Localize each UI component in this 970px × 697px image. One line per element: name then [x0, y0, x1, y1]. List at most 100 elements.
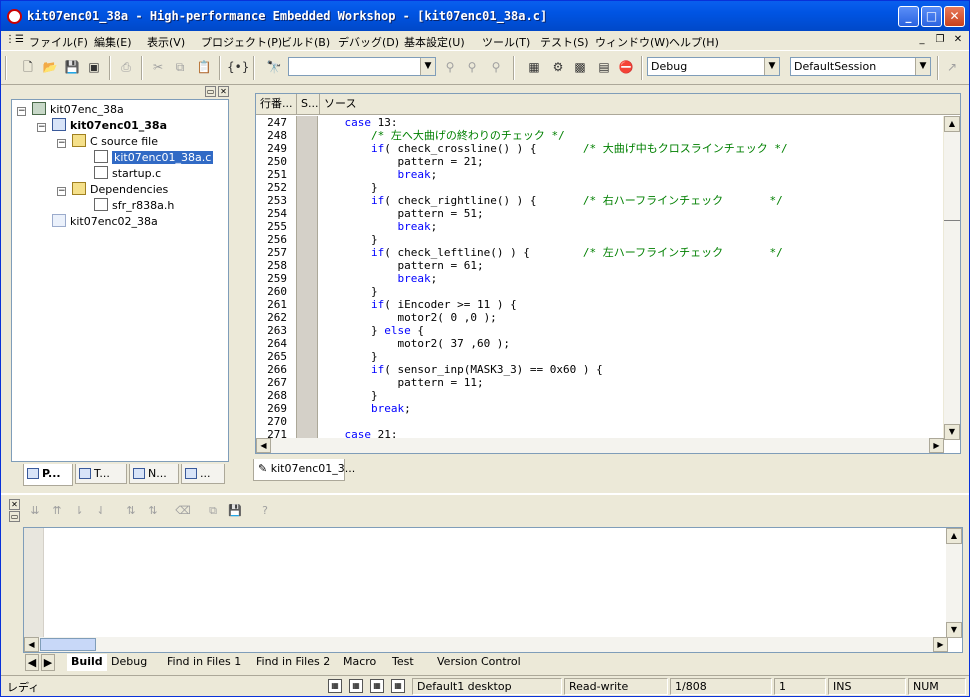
collapse-icon[interactable]: −	[57, 139, 66, 148]
menu-window[interactable]: ウィンドウ(W)	[595, 34, 669, 50]
tab-test[interactable]: ...	[181, 464, 225, 484]
code-line[interactable]: if( sensor_inp(MASK3_3) == 0x60 ) {	[318, 363, 603, 376]
tree-file-main-c[interactable]: kit07enc01_38a.c	[94, 150, 214, 165]
scroll-up-icon[interactable]: ▲	[946, 528, 962, 544]
stop-build-icon[interactable]: ⛔	[617, 59, 635, 76]
session-combo[interactable]: DefaultSession ▼	[790, 57, 931, 76]
tree-folder-source[interactable]: C source file	[72, 134, 158, 149]
find-in-files-icon[interactable]: ⚲	[487, 59, 505, 76]
tab-scroll-left-icon[interactable]: ◀	[25, 654, 39, 671]
collapse-icon[interactable]: −	[57, 187, 66, 196]
code-line[interactable]: }	[318, 389, 378, 402]
code-area[interactable]: case 13: /* 左へ大曲げの終わりのチェック */ if( check_…	[318, 116, 934, 440]
print-icon[interactable]: ⎙	[117, 59, 135, 76]
code-line[interactable]: if( iEncoder >= 11 ) {	[318, 298, 517, 311]
paste-icon[interactable]: 📋	[195, 59, 213, 76]
chevron-down-icon[interactable]: ▼	[764, 58, 779, 75]
code-line[interactable]: }	[318, 233, 378, 246]
code-line[interactable]: if( check_rightline() ) { /* 右ハーフラインチェック…	[318, 194, 783, 207]
save-all-icon[interactable]: ▣	[85, 59, 103, 76]
menu-project[interactable]: プロジェクト(P)	[201, 34, 282, 50]
col-status[interactable]: S...	[297, 94, 320, 115]
tab-navigation[interactable]: N...	[129, 464, 179, 484]
desktop-icon[interactable]: ▦	[370, 679, 384, 693]
go-to-previous-icon[interactable]: ⇈	[49, 503, 65, 519]
editor-horizontal-scrollbar[interactable]: ◀ ▶	[256, 438, 944, 453]
code-line[interactable]: break;	[318, 272, 437, 285]
find-combo[interactable]: ▼	[288, 57, 436, 76]
tab-build[interactable]: Build	[67, 654, 107, 671]
debug-connect-icon[interactable]: ↗	[943, 59, 961, 76]
save-output-icon[interactable]: 💾	[227, 503, 243, 519]
title-bar[interactable]: kit07enc01_38a - High-performance Embedd…	[1, 1, 969, 31]
previous-error-icon[interactable]: ⇅	[145, 503, 161, 519]
minimize-button[interactable]: _	[898, 6, 919, 27]
tab-projects[interactable]: P...	[23, 464, 73, 486]
cut-icon[interactable]: ✂	[149, 59, 167, 76]
code-line[interactable]: }	[318, 350, 378, 363]
pane-close-button[interactable]: ✕	[218, 86, 229, 97]
workspace-pane-header[interactable]: ▭ ✕	[9, 86, 231, 98]
collapse-icon[interactable]: −	[37, 123, 46, 132]
menu-build[interactable]: ビルド(B)	[281, 34, 330, 50]
col-line-number[interactable]: 行番...	[256, 94, 297, 115]
tab-version-control[interactable]: Version Control	[437, 654, 521, 671]
editor-file-tab[interactable]: ✎ kit07enc01_3...	[253, 459, 355, 481]
menu-view[interactable]: 表示(V)	[147, 34, 185, 50]
find-icon[interactable]: 🔭	[265, 59, 283, 76]
code-line[interactable]: pattern = 21;	[318, 155, 483, 168]
scroll-right-icon[interactable]: ▶	[933, 637, 948, 652]
pane-dock-button[interactable]: ▭	[205, 86, 216, 97]
tree-folder-dependencies[interactable]: Dependencies	[72, 182, 168, 197]
menu-settings[interactable]: 基本設定(U)	[404, 34, 465, 50]
tab-templates[interactable]: T...	[75, 464, 127, 484]
code-line[interactable]: pattern = 11;	[318, 376, 483, 389]
copy-icon[interactable]: ⧉	[171, 59, 189, 76]
code-line[interactable]: if( check_crossline() ) { /* 大曲げ中もクロスライン…	[318, 142, 788, 155]
tab-test[interactable]: Test	[392, 654, 414, 671]
scroll-thumb[interactable]	[40, 638, 96, 651]
code-line[interactable]: /* 左へ大曲げの終わりのチェック */	[318, 129, 565, 142]
tree-file-startup[interactable]: startup.c	[94, 166, 161, 181]
output-close-button[interactable]: ✕	[9, 499, 20, 510]
find-prev-icon[interactable]: ⚲	[463, 59, 481, 76]
menu-file[interactable]: ファイル(F)	[29, 34, 88, 50]
desktop-icon[interactable]: ▦	[349, 679, 363, 693]
code-line[interactable]: }	[318, 285, 378, 298]
maximize-button[interactable]: □	[921, 6, 942, 27]
help-icon[interactable]: ?	[257, 503, 273, 519]
mdi-close-button[interactable]: ✕	[951, 34, 965, 47]
hew-app-icon[interactable]	[7, 9, 22, 24]
output-vertical-scrollbar[interactable]: ▲ ▼	[946, 528, 962, 638]
scroll-down-icon[interactable]: ▼	[946, 622, 962, 638]
output-dock-button[interactable]: ▭	[9, 511, 20, 522]
tab-find-in-files-2[interactable]: Find in Files 2	[256, 654, 330, 671]
code-line[interactable]: motor2( 0 ,0 );	[318, 311, 496, 324]
build-all-icon[interactable]: ▩	[571, 59, 589, 76]
mdi-restore-button[interactable]: ❐	[933, 34, 947, 47]
editor-vertical-scrollbar[interactable]: ▲ ▼	[943, 116, 960, 440]
open-folder-icon[interactable]: 📂	[41, 59, 59, 76]
scroll-split-handle[interactable]	[944, 220, 960, 223]
code-line[interactable]: }	[318, 181, 378, 194]
scroll-right-icon[interactable]: ▶	[929, 438, 944, 453]
desktop-icon[interactable]: ▦	[328, 679, 342, 693]
output-horizontal-scrollbar[interactable]: ◀ ▶	[24, 637, 948, 652]
code-line[interactable]: break;	[318, 220, 437, 233]
menu-debug[interactable]: デバッグ(D)	[338, 34, 399, 50]
editor-gutter[interactable]	[296, 116, 318, 440]
scroll-left-icon[interactable]: ◀	[256, 438, 271, 453]
scroll-up-icon[interactable]: ▲	[944, 116, 960, 132]
go-to-last-icon[interactable]: ⇃	[93, 503, 109, 519]
go-to-first-icon[interactable]: ⇊	[27, 503, 43, 519]
build-config-combo[interactable]: Debug ▼	[647, 57, 780, 76]
build-multiple-icon[interactable]: ▤	[595, 59, 613, 76]
new-file-icon[interactable]: 🗋	[19, 59, 37, 76]
tree-project-second[interactable]: kit07enc02_38a	[52, 214, 158, 229]
code-line[interactable]: } else {	[318, 324, 424, 337]
tab-macro[interactable]: Macro	[343, 654, 376, 671]
tree-file-sfr-header[interactable]: sfr_r838a.h	[94, 198, 174, 213]
close-button[interactable]: ✕	[944, 6, 965, 27]
code-line[interactable]: if( check_leftline() ) { /* 左ハーフラインチェック …	[318, 246, 783, 259]
collapse-icon[interactable]: −	[17, 107, 26, 116]
